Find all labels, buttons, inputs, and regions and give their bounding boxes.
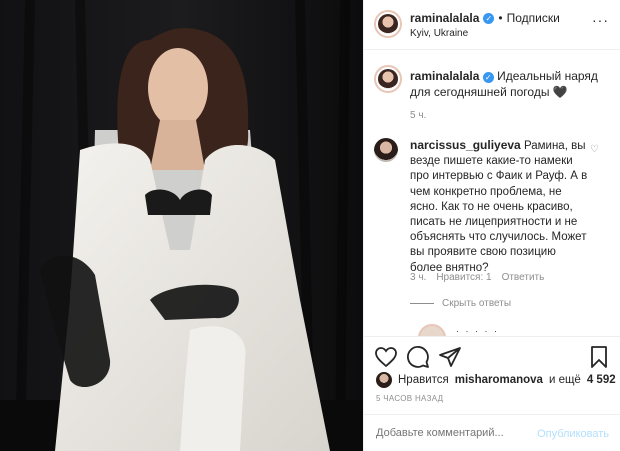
post-actions <box>364 336 620 376</box>
caption-author-avatar[interactable] <box>374 65 402 93</box>
add-comment-input[interactable] <box>376 427 526 439</box>
more-options-icon[interactable]: ··· <box>592 12 609 28</box>
liker-username[interactable]: misharomanova <box>455 374 543 386</box>
likes-summary: Нравится misharomanova и ещё 4 592 <box>376 372 616 388</box>
location-link[interactable]: Kyiv, Ukraine <box>410 28 468 39</box>
reply-username-partial: · · · · · <box>456 326 499 336</box>
reply-avatar-partial[interactable] <box>418 324 446 336</box>
publish-button[interactable]: Опубликовать <box>537 428 609 440</box>
post-header: raminalalala ✓ • Подписки Kyiv, Ukraine … <box>364 0 620 50</box>
following-button[interactable]: Подписки <box>507 11 560 25</box>
reply-button[interactable]: Ответить <box>502 272 545 283</box>
likes-prefix: Нравится <box>398 374 449 386</box>
post-details-panel: raminalalala ✓ • Подписки Kyiv, Ukraine … <box>363 0 620 451</box>
separator-dot: • <box>498 11 503 25</box>
likes-and-more: и ещё <box>548 374 581 386</box>
share-icon[interactable] <box>438 345 462 369</box>
heart-icon[interactable] <box>374 345 398 369</box>
author-username[interactable]: raminalalala <box>410 11 479 25</box>
author-avatar[interactable] <box>374 10 402 38</box>
comment-time[interactable]: 3 ч. <box>410 272 426 283</box>
divider-line <box>410 303 434 304</box>
comment-meta: 3 ч. Нравится: 1 Ответить <box>410 272 544 283</box>
liker-avatar[interactable] <box>376 372 392 388</box>
hide-replies-button[interactable]: Скрыть ответы <box>410 298 511 309</box>
comment-icon[interactable] <box>406 345 430 369</box>
comment-like-heart-icon[interactable]: ♡ <box>590 144 599 155</box>
comment-text: Рамина, вы везде пишете какие-то намеки … <box>410 140 588 274</box>
caption-time[interactable]: 5 ч. <box>410 110 426 121</box>
comment-text-block: narcissus_guliyeva Рамина, вы везде пише… <box>410 138 590 276</box>
hide-replies-label: Скрыть ответы <box>442 298 512 309</box>
commenter-avatar[interactable] <box>374 138 398 162</box>
bookmark-icon[interactable] <box>587 345 611 369</box>
caption-username[interactable]: raminalalala <box>410 69 479 83</box>
comment-likes[interactable]: Нравится: 1 <box>436 272 491 283</box>
caption-text-block: raminalalala ✓ Идеальный наряд для сегод… <box>410 68 610 100</box>
post-photo[interactable] <box>0 0 363 451</box>
add-comment-bar: Опубликовать <box>364 414 620 451</box>
commenter-username[interactable]: narcissus_guliyeva <box>410 138 521 152</box>
verified-icon: ✓ <box>483 12 495 24</box>
verified-icon: ✓ <box>482 72 494 83</box>
photo-illustration <box>0 0 363 451</box>
post-timestamp[interactable]: 5 ЧАСОВ НАЗАД <box>376 394 443 403</box>
author-line: raminalalala ✓ • Подписки <box>410 11 560 25</box>
likes-count[interactable]: 4 592 <box>587 374 616 386</box>
